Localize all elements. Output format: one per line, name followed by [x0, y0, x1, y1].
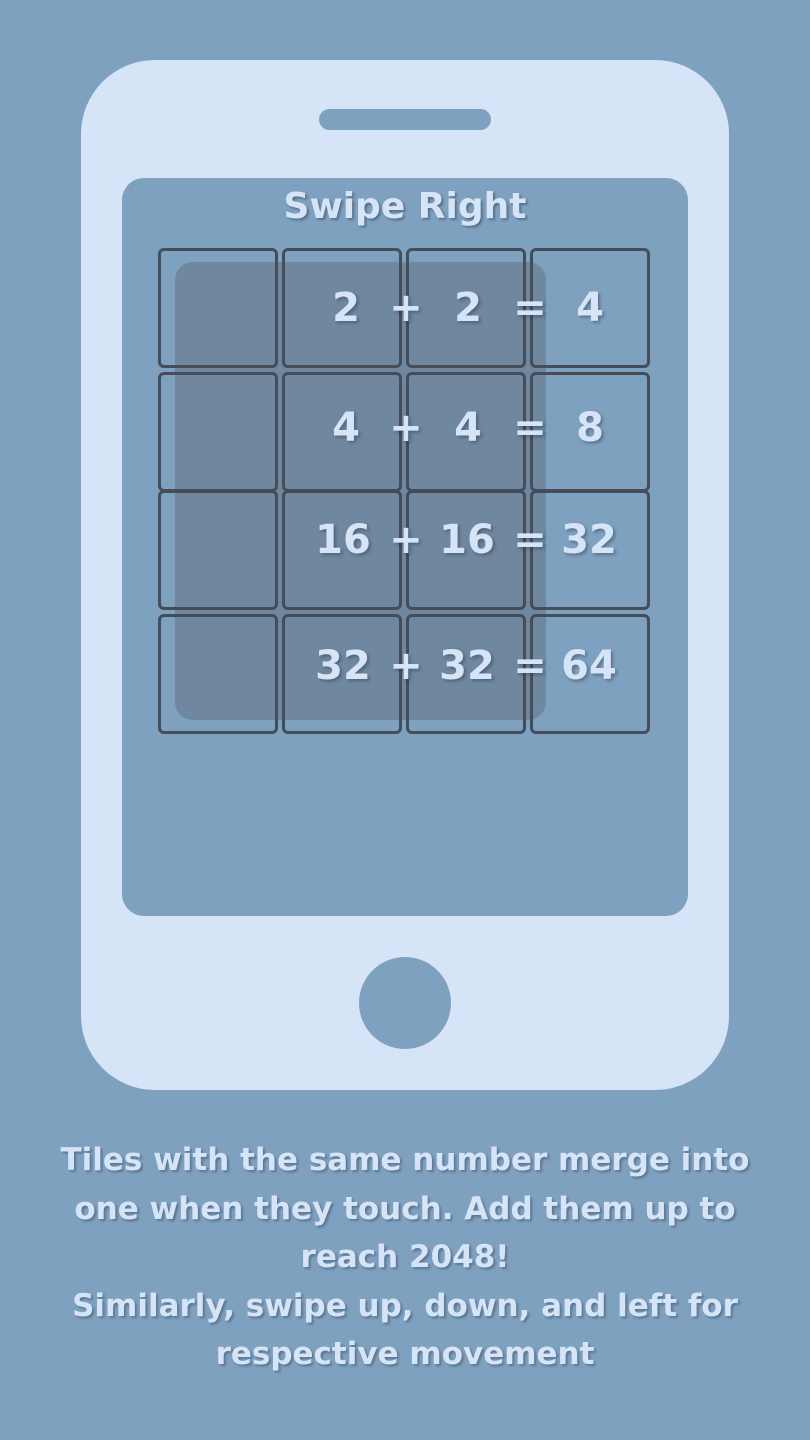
merge-result: 32	[561, 517, 617, 563]
equation-row: 2 + 2 = 4	[158, 248, 654, 368]
tutorial-caption: Tiles with the same number merge into on…	[30, 1136, 780, 1379]
equation-row: 4 + 4 = 8	[158, 368, 654, 488]
addend-b: 4	[454, 405, 482, 451]
addend-b: 2	[454, 285, 482, 331]
game-board: 2 + 2 = 4 4 + 4 = 8 16 + 16 = 32 32 + 32…	[158, 248, 654, 738]
equals-sign: =	[513, 285, 547, 331]
phone-screen: Swipe Right 2 + 2 = 4 4 + 4 = 8 16 + 16 …	[122, 178, 688, 916]
plus-sign: +	[389, 285, 423, 331]
merge-result: 64	[561, 643, 617, 689]
phone-speaker-icon	[319, 109, 491, 130]
tutorial-title: Swipe Right	[283, 186, 527, 227]
equation-row: 16 + 16 = 32	[158, 480, 654, 600]
plus-sign: +	[389, 405, 423, 451]
caption-merge-text: Tiles with the same number merge into on…	[60, 1142, 750, 1275]
caption-swipe-text: Similarly, swipe up, down, and left for …	[72, 1287, 738, 1373]
addend-b: 32	[439, 643, 495, 689]
equals-sign: =	[513, 405, 547, 451]
addend-a: 16	[315, 517, 371, 563]
addend-a: 2	[332, 285, 360, 331]
equation-row: 32 + 32 = 64	[158, 606, 654, 726]
addend-b: 16	[439, 517, 495, 563]
addend-a: 32	[315, 643, 371, 689]
merge-result: 4	[576, 285, 604, 331]
addend-a: 4	[332, 405, 360, 451]
merge-equations: 2 + 2 = 4 4 + 4 = 8 16 + 16 = 32 32 + 32…	[158, 248, 654, 738]
phone-illustration: Swipe Right 2 + 2 = 4 4 + 4 = 8 16 + 16 …	[81, 60, 729, 1090]
merge-result: 8	[576, 405, 604, 451]
phone-home-button-icon	[359, 957, 451, 1049]
